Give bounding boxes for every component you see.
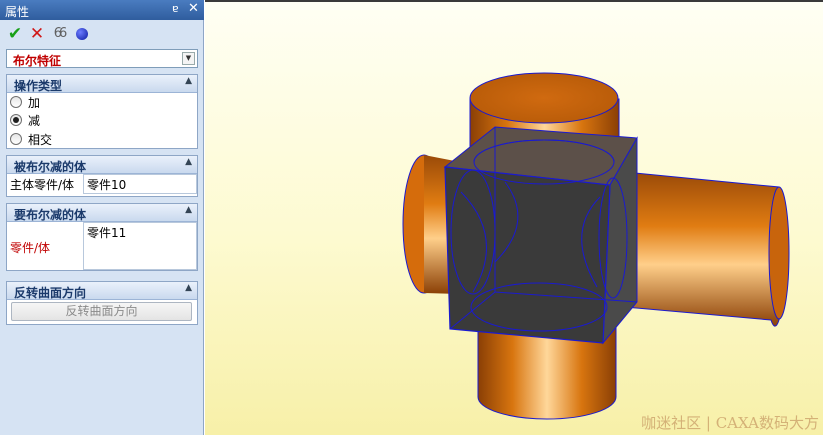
main-part-label: 主体零件/体 <box>10 178 75 192</box>
right-cylinder-cap <box>768 186 790 320</box>
help-button[interactable] <box>73 25 91 43</box>
panel-title: 属性 <box>5 5 30 19</box>
group-header[interactable]: 要布尔减的体 ▲ <box>7 204 197 222</box>
group-title: 要布尔减的体 <box>14 208 87 222</box>
model-scene[interactable] <box>205 2 823 435</box>
cancel-button[interactable]: ✕ <box>28 25 46 43</box>
group-title: 被布尔减的体 <box>14 160 87 174</box>
close-icon[interactable]: ✕ <box>188 1 199 16</box>
radio-label: 加 <box>28 96 41 110</box>
tool-part-field[interactable]: 零件11 <box>83 222 197 270</box>
collapse-icon[interactable]: ▲ <box>185 205 192 215</box>
3d-viewport[interactable]: 咖迷社区 | CAXA数码大方 <box>205 0 823 435</box>
panel-title-bar: 属性 ɐ ✕ <box>0 0 204 20</box>
operation-type-group: 操作类型 ▲ 加 减 相交 <box>6 74 198 149</box>
radio-label: 相交 <box>28 133 53 147</box>
ok-button[interactable]: ✔ <box>6 25 24 43</box>
collapse-icon[interactable]: ▲ <box>185 157 192 167</box>
radio-label: 减 <box>28 114 41 128</box>
tool-body-group: 要布尔减的体 ▲ 零件/体 零件11 <box>6 203 198 271</box>
reverse-surface-button[interactable]: 反转曲面方向 <box>11 302 192 321</box>
radio-circle-selected <box>10 114 22 126</box>
radio-circle <box>10 96 22 108</box>
reverse-surface-group: 反转曲面方向 ▲ 反转曲面方向 <box>6 281 198 325</box>
feature-type-value: 布尔特征 <box>13 54 62 68</box>
tool-part-label: 零件/体 <box>10 241 51 255</box>
preview-button[interactable]: 66 <box>50 25 68 43</box>
main-part-value: 零件10 <box>87 178 127 192</box>
cube-front-face <box>444 166 611 344</box>
group-header[interactable]: 操作类型 ▲ <box>7 75 197 93</box>
top-cylinder-cap <box>469 72 619 124</box>
radio-circle <box>10 133 22 145</box>
group-header[interactable]: 被布尔减的体 ▲ <box>7 156 197 174</box>
tool-part-value: 零件11 <box>87 226 127 240</box>
property-panel: 属性 ɐ ✕ ✔ ✕ 66 布尔特征 ▼ 操作类型 ▲ 加 减 相交 被布尔减的… <box>0 0 204 435</box>
group-header[interactable]: 反转曲面方向 ▲ <box>7 282 197 300</box>
group-title: 反转曲面方向 <box>14 286 87 300</box>
help-dot-icon <box>76 28 88 40</box>
watermark-text: 咖迷社区 | CAXA数码大方 <box>641 414 819 432</box>
group-title: 操作类型 <box>14 79 63 93</box>
collapse-icon[interactable]: ▲ <box>185 283 192 293</box>
collapse-icon[interactable]: ▲ <box>185 76 192 86</box>
horizontal-cylinder-right <box>624 171 786 327</box>
chevron-down-icon[interactable]: ▼ <box>182 52 195 65</box>
pin-icon[interactable]: ɐ <box>172 2 179 15</box>
main-part-field[interactable]: 零件10 <box>83 174 197 194</box>
feature-type-combo[interactable]: 布尔特征 ▼ <box>6 49 198 68</box>
subtracted-body-group: 被布尔减的体 ▲ 主体零件/体 零件10 <box>6 155 198 197</box>
